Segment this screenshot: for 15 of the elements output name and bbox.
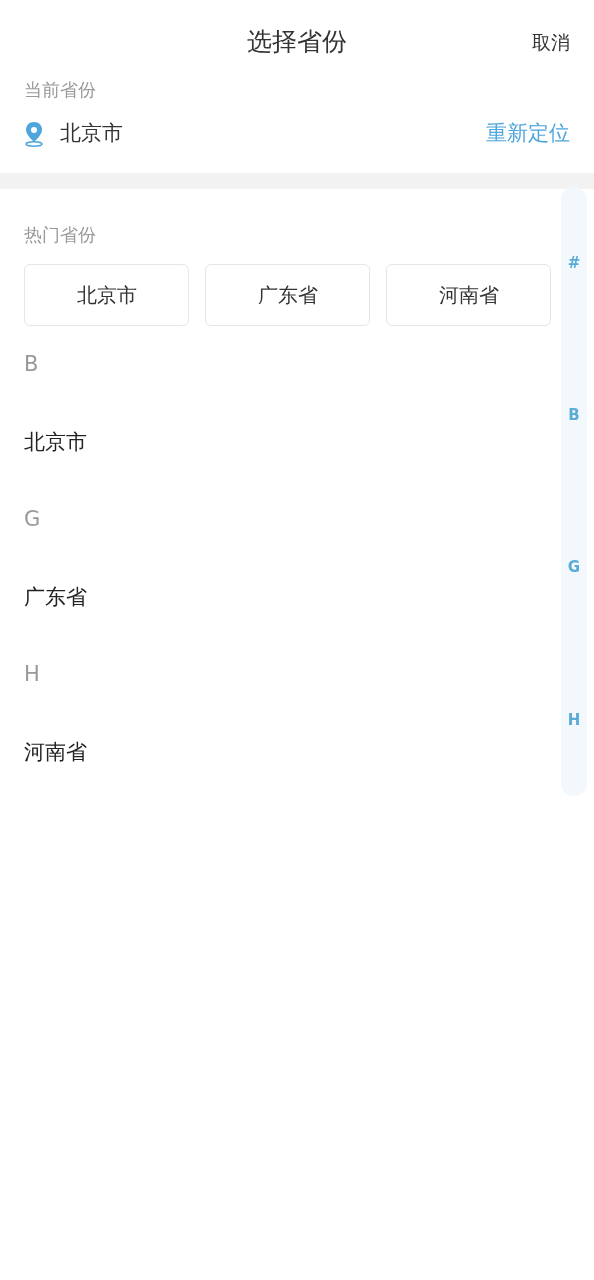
letter-heading: H (24, 661, 40, 688)
page-title: 选择省份 (247, 26, 347, 59)
province-button[interactable]: 河南省 (386, 264, 551, 326)
letter-heading: B (24, 351, 39, 378)
province-item[interactable]: 广东省 (24, 581, 87, 613)
current-province: 北京市 (60, 120, 123, 148)
province-button[interactable]: 广东省 (205, 264, 370, 326)
section-label: 热门省份 (24, 224, 96, 245)
province-item[interactable]: 河南省 (24, 736, 87, 768)
province-item[interactable]: 北京市 (24, 426, 87, 458)
location-pin-icon (24, 121, 44, 147)
province-button[interactable]: 北京市 (24, 264, 189, 326)
cancel-button[interactable]: 取消 (532, 28, 570, 57)
letter-heading: G (24, 506, 41, 533)
section-label: 当前省份 (24, 79, 96, 100)
